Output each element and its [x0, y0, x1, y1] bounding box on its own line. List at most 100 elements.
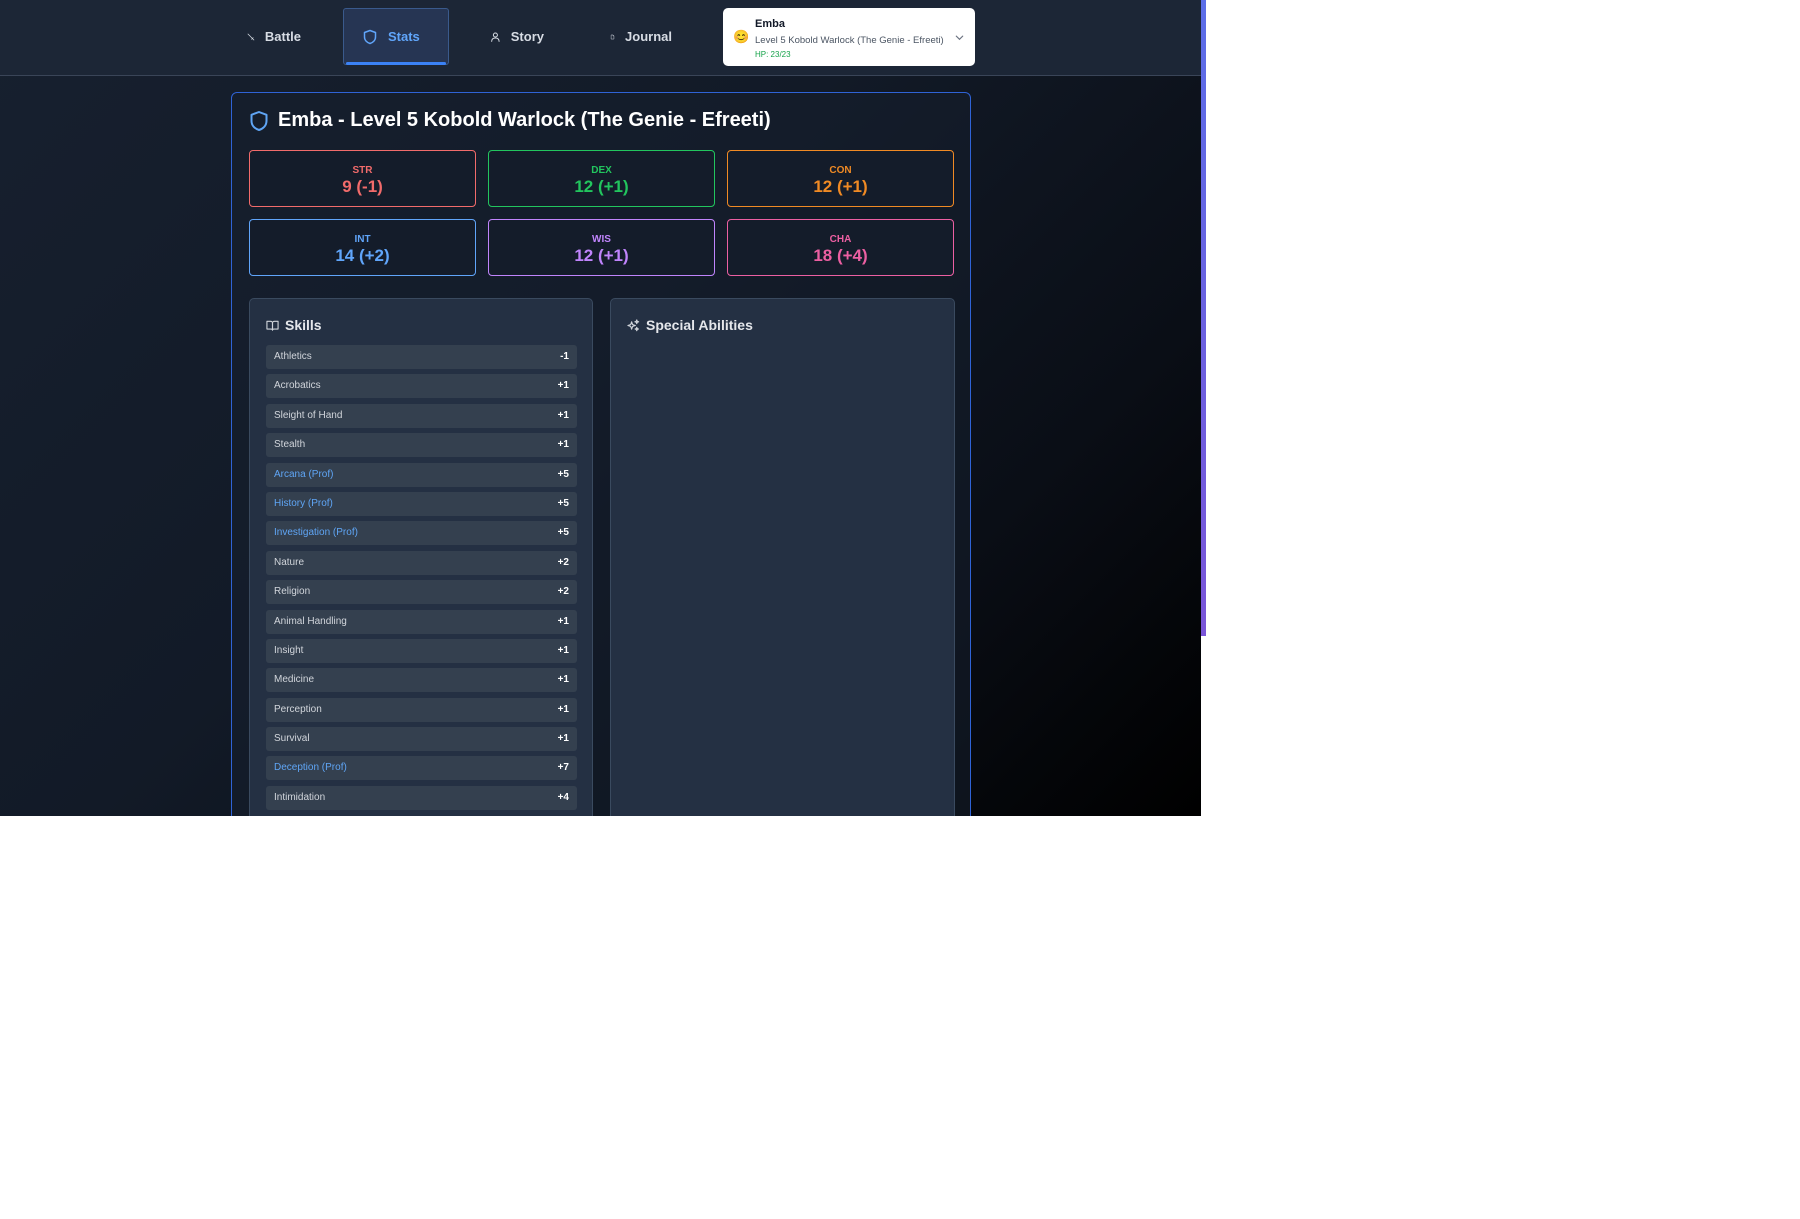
tab-story[interactable]: Story	[472, 8, 562, 65]
ability-value: 12 (+1)	[574, 246, 629, 265]
ability-value: 14 (+2)	[335, 246, 390, 265]
tab-journal-label: Journal	[625, 29, 672, 44]
tab-story-label: Story	[510, 29, 544, 44]
skills-heading-text: Skills	[285, 317, 322, 333]
skill-modifier: +1	[557, 409, 569, 421]
skills-list: Athletics -1 Acrobatics +1 Sleight of Hand +1…	[266, 345, 577, 815]
ability-label: INT	[354, 234, 371, 245]
skill-row[interactable]: Religion +2	[266, 580, 577, 605]
tab-stats-label: Stats	[388, 29, 420, 44]
top-nav-bar: Battle Stats Story Journal 😊 Emba Level …	[0, 0, 1201, 76]
shield-icon	[250, 110, 268, 131]
app-window: Battle Stats Story Journal 😊 Emba Level …	[0, 0, 1201, 816]
ability-score-cha: CHA 18 (+4)	[727, 219, 954, 276]
skill-name: Survival	[274, 733, 310, 745]
shield-icon	[363, 29, 377, 44]
skill-name: Sleight of Hand	[274, 409, 343, 421]
skill-row[interactable]: Survival +1	[266, 727, 577, 752]
skills-heading: Skills	[266, 317, 322, 333]
ability-value: 9 (-1)	[342, 177, 383, 196]
character-avatar-emoji: 😊	[733, 29, 750, 44]
ability-label: DEX	[591, 165, 612, 176]
tab-battle-label: Battle	[264, 29, 301, 44]
skill-modifier: -1	[560, 351, 569, 362]
skill-row[interactable]: Animal Handling +1	[266, 609, 577, 634]
ability-score-wis: WIS 12 (+1)	[488, 219, 715, 276]
document-icon	[610, 34, 615, 39]
ability-label: STR	[352, 165, 373, 176]
skill-name: Athletics	[274, 351, 312, 362]
skill-modifier: +1	[557, 644, 569, 656]
character-select-dropdown[interactable]: 😊 Emba Level 5 Kobold Warlock (The Genie…	[723, 8, 975, 66]
ability-score-int: INT 14 (+2)	[249, 219, 476, 276]
skill-row[interactable]: History (Prof) +5	[266, 491, 577, 516]
skill-name: Intimidation	[274, 791, 326, 803]
ability-score-dex: DEX 12 (+1)	[488, 150, 715, 207]
skill-name: Deception (Prof)	[274, 762, 347, 774]
skill-name: History (Prof)	[274, 497, 333, 509]
skills-section: Skills Athletics -1 Acrobatics +1 Sleight of…	[249, 298, 593, 816]
ability-label: CON	[829, 165, 852, 176]
skill-modifier: +1	[557, 674, 569, 686]
character-description: Level 5 Kobold Warlock (The Genie - Efre…	[755, 35, 944, 46]
ability-label: WIS	[592, 234, 611, 245]
skill-modifier: +4	[557, 791, 569, 803]
ability-value: 18 (+4)	[813, 246, 868, 265]
skill-modifier: +5	[557, 497, 569, 509]
skill-row[interactable]: Investigation (Prof) +5	[266, 521, 577, 546]
skill-name: Religion	[274, 586, 311, 598]
person-icon	[491, 31, 500, 42]
skill-row[interactable]: Arcana (Prof) +5	[266, 462, 577, 487]
skill-name: Stealth	[274, 439, 306, 451]
skill-name: Animal Handling	[274, 615, 347, 627]
skill-name: Perception	[274, 703, 322, 715]
skill-row[interactable]: Athletics -1	[266, 345, 577, 369]
skill-modifier: +1	[557, 439, 569, 451]
skill-modifier: +5	[557, 527, 569, 539]
character-hp: HP: 23/23	[755, 50, 791, 59]
character-name: Emba	[755, 18, 785, 30]
skill-row[interactable]: Nature +2	[266, 550, 577, 575]
skill-modifier: +2	[557, 586, 569, 598]
chevron-down-icon	[955, 35, 964, 41]
page-title-text: Emba - Level 5 Kobold Warlock (The Genie…	[278, 109, 771, 131]
tab-stats[interactable]: Stats	[343, 8, 449, 65]
page-title: Emba - Level 5 Kobold Warlock (The Genie…	[249, 109, 771, 132]
special-abilities-heading-text: Special Abilities	[646, 317, 753, 333]
special-abilities-section: Special Abilities	[610, 298, 955, 816]
skill-name: Medicine	[274, 674, 315, 686]
tab-journal[interactable]: Journal	[592, 8, 690, 65]
skill-modifier: +1	[557, 703, 569, 715]
ability-value: 12 (+1)	[813, 177, 868, 196]
skill-modifier: +1	[557, 615, 569, 627]
skill-name: Acrobatics	[274, 380, 321, 392]
skill-row[interactable]: Acrobatics +1	[266, 374, 577, 399]
skill-row[interactable]: Medicine +1	[266, 668, 577, 693]
skill-row[interactable]: Perception +1	[266, 697, 577, 722]
skill-row[interactable]: Intimidation +4	[266, 785, 577, 810]
skill-name: Investigation (Prof)	[274, 527, 358, 539]
scrollbar[interactable]	[1201, 0, 1206, 636]
ability-score-str: STR 9 (-1)	[249, 150, 476, 207]
skill-modifier: +1	[557, 380, 569, 392]
character-stats-panel: Emba - Level 5 Kobold Warlock (The Genie…	[231, 92, 971, 816]
skill-modifier: +5	[557, 468, 569, 480]
ability-score-con: CON 12 (+1)	[727, 150, 954, 207]
skill-row[interactable]: Deception (Prof) +7	[266, 756, 577, 781]
sparkles-icon	[627, 318, 640, 331]
skill-name: Insight	[274, 644, 304, 656]
skill-row[interactable]: Sleight of Hand +1	[266, 403, 577, 428]
tab-battle[interactable]: Battle	[229, 8, 319, 65]
skill-modifier: +7	[557, 762, 569, 774]
skill-row[interactable]: Insight +1	[266, 638, 577, 663]
special-abilities-heading: Special Abilities	[627, 317, 753, 333]
ability-value: 12 (+1)	[574, 177, 629, 196]
skill-modifier: +2	[557, 556, 569, 568]
ability-label: CHA	[829, 234, 852, 245]
sword-icon	[247, 33, 255, 40]
book-icon	[266, 320, 279, 331]
skill-modifier: +1	[557, 733, 569, 745]
skill-name: Arcana (Prof)	[274, 468, 334, 480]
skill-row[interactable]: Stealth +1	[266, 433, 577, 458]
skill-name: Nature	[274, 556, 305, 568]
